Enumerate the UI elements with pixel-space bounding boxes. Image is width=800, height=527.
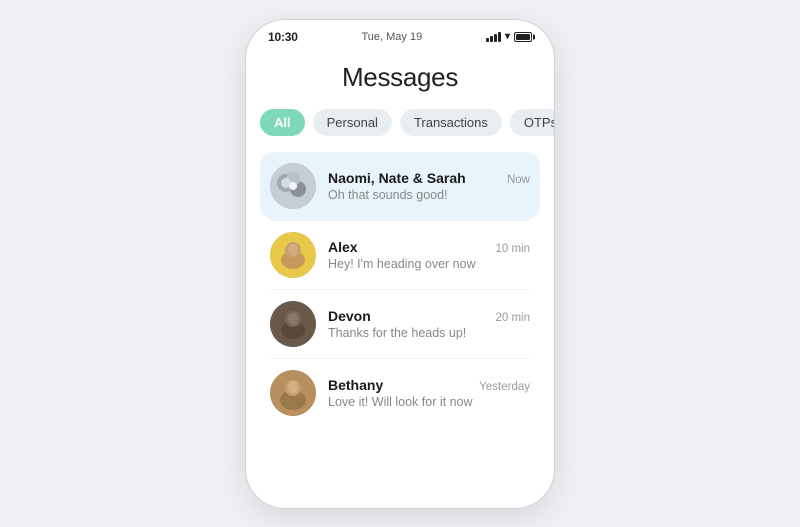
status-icons: ▾ bbox=[486, 31, 532, 42]
message-name-devon: Devon bbox=[328, 308, 371, 324]
message-item-bethany[interactable]: Bethany Yesterday Love it! Will look for… bbox=[260, 359, 540, 427]
message-preview-alex: Hey! I'm heading over now bbox=[328, 257, 530, 271]
phone-frame: 10:30 Tue, May 19 ▾ Messages bbox=[245, 19, 555, 509]
message-name-naomi: Naomi, Nate & Sarah bbox=[328, 170, 466, 186]
tab-otps[interactable]: OTPs bbox=[510, 109, 554, 136]
tab-personal[interactable]: Personal bbox=[313, 109, 392, 136]
message-body-devon: Devon 20 min Thanks for the heads up! bbox=[328, 308, 530, 340]
message-time-naomi: Now bbox=[507, 174, 530, 186]
message-header-alex: Alex 10 min bbox=[328, 239, 530, 255]
message-header-naomi: Naomi, Nate & Sarah Now bbox=[328, 170, 530, 186]
main-content: Messages All Personal Transactions OTPs bbox=[246, 48, 554, 508]
message-body-naomi: Naomi, Nate & Sarah Now Oh that sounds g… bbox=[328, 170, 530, 202]
tab-all[interactable]: All bbox=[260, 109, 305, 136]
message-header-bethany: Bethany Yesterday bbox=[328, 377, 530, 393]
page-title: Messages bbox=[260, 62, 540, 93]
status-time: 10:30 bbox=[268, 30, 298, 44]
status-date: Tue, May 19 bbox=[361, 31, 422, 43]
message-header-devon: Devon 20 min bbox=[328, 308, 530, 324]
avatar-bethany bbox=[270, 370, 316, 416]
wifi-icon: ▾ bbox=[505, 31, 510, 42]
avatar-naomi bbox=[270, 163, 316, 209]
message-body-bethany: Bethany Yesterday Love it! Will look for… bbox=[328, 377, 530, 409]
message-name-alex: Alex bbox=[328, 239, 358, 255]
message-item-devon[interactable]: Devon 20 min Thanks for the heads up! bbox=[260, 290, 540, 358]
message-preview-devon: Thanks for the heads up! bbox=[328, 326, 530, 340]
tab-transactions[interactable]: Transactions bbox=[400, 109, 502, 136]
status-bar: 10:30 Tue, May 19 ▾ bbox=[246, 20, 554, 48]
battery-icon bbox=[514, 32, 532, 42]
message-preview-naomi: Oh that sounds good! bbox=[328, 188, 530, 202]
message-item-alex[interactable]: Alex 10 min Hey! I'm heading over now bbox=[260, 221, 540, 289]
message-preview-bethany: Love it! Will look for it now bbox=[328, 395, 530, 409]
avatar-alex bbox=[270, 232, 316, 278]
message-item-naomi[interactable]: Naomi, Nate & Sarah Now Oh that sounds g… bbox=[260, 152, 540, 220]
avatar-devon bbox=[270, 301, 316, 347]
message-list: Naomi, Nate & Sarah Now Oh that sounds g… bbox=[260, 152, 540, 508]
phone-wrapper: 10:30 Tue, May 19 ▾ Messages bbox=[0, 0, 800, 527]
message-name-bethany: Bethany bbox=[328, 377, 383, 393]
message-time-devon: 20 min bbox=[495, 312, 530, 324]
message-time-alex: 10 min bbox=[495, 243, 530, 255]
message-time-bethany: Yesterday bbox=[479, 381, 530, 393]
signal-icon bbox=[486, 32, 501, 42]
message-body-alex: Alex 10 min Hey! I'm heading over now bbox=[328, 239, 530, 271]
filter-tabs: All Personal Transactions OTPs bbox=[260, 109, 540, 136]
